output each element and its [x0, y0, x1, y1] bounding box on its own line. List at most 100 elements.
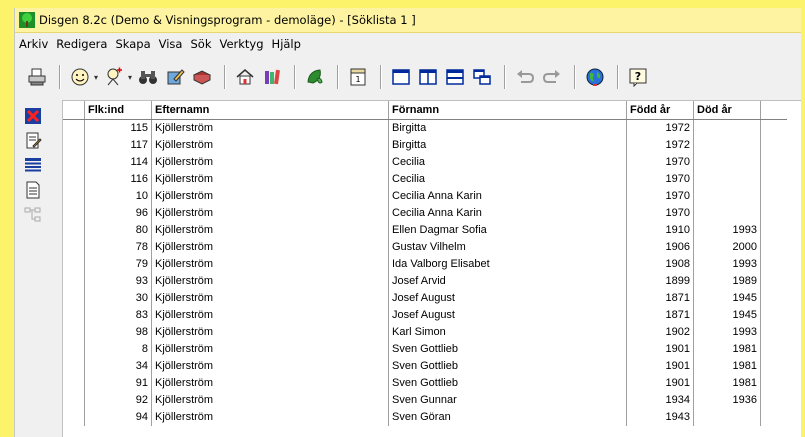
cell-flkind[interactable]: 83 — [84, 307, 152, 324]
cell-dod-ar[interactable]: 1936 — [693, 392, 761, 409]
cell-fodd-ar[interactable]: 1901 — [626, 358, 694, 375]
cell-efternamn[interactable]: Kjöllerström — [151, 324, 389, 341]
cell-efternamn[interactable]: Kjöllerström — [151, 137, 389, 154]
edit-note-icon[interactable] — [163, 65, 187, 89]
cell-efternamn[interactable]: Kjöllerström — [151, 222, 389, 239]
document-icon[interactable] — [23, 180, 43, 200]
cell-flkind[interactable]: 98 — [84, 324, 152, 341]
table-row[interactable]: 117 Kjöllerström Birgitta 1972 — [63, 137, 787, 154]
cell-fornamn[interactable]: Karl Simon — [388, 324, 627, 341]
cell-fodd-ar[interactable]: 1934 — [626, 392, 694, 409]
cell-fodd-ar[interactable]: 1972 — [626, 137, 694, 154]
table-row[interactable]: 10 Kjöllerström Cecilia Anna Karin 1970 — [63, 188, 787, 205]
menu-redigera[interactable]: Redigera — [52, 33, 111, 55]
table-row[interactable]: 94 Kjöllerström Sven Göran 1943 — [63, 409, 787, 426]
menu-arkiv[interactable]: Arkiv — [15, 33, 52, 55]
cell-dod-ar[interactable]: 2000 — [693, 239, 761, 256]
cell-fodd-ar[interactable]: 1972 — [626, 119, 694, 137]
cell-efternamn[interactable]: Kjöllerström — [151, 119, 389, 137]
cell-dod-ar[interactable] — [693, 409, 761, 426]
table-row[interactable]: 114 Kjöllerström Cecilia 1970 — [63, 154, 787, 171]
binoculars-icon[interactable] — [136, 65, 160, 89]
cell-flkind[interactable]: 116 — [84, 171, 152, 188]
menu-visa[interactable]: Visa — [155, 33, 187, 55]
cell-fornamn[interactable]: Josef Arvid — [388, 273, 627, 290]
cell-dod-ar[interactable]: 1945 — [693, 307, 761, 324]
print-icon[interactable] — [25, 65, 49, 89]
table-row[interactable]: 80 Kjöllerström Ellen Dagmar Sofia 1910 1993 — [63, 222, 787, 239]
cell-fodd-ar[interactable]: 1908 — [626, 256, 694, 273]
person-icon[interactable] — [68, 65, 92, 89]
cell-dod-ar[interactable]: 1993 — [693, 324, 761, 341]
cell-fodd-ar[interactable]: 1871 — [626, 290, 694, 307]
cell-dod-ar[interactable]: 1993 — [693, 256, 761, 273]
column-header-fornamn[interactable]: Förnamn — [388, 101, 627, 120]
table-row[interactable]: 79 Kjöllerström Ida Valborg Elisabet 1908 19… — [63, 256, 787, 273]
cell-fornamn[interactable]: Josef August — [388, 290, 627, 307]
cell-dod-ar[interactable]: 1981 — [693, 375, 761, 392]
cell-efternamn[interactable]: Kjöllerström — [151, 341, 389, 358]
cell-dod-ar[interactable] — [693, 154, 761, 171]
cell-fornamn[interactable]: Sven Gunnar — [388, 392, 627, 409]
books-icon[interactable] — [260, 65, 284, 89]
cell-efternamn[interactable]: Kjöllerström — [151, 171, 389, 188]
cell-fodd-ar[interactable]: 1970 — [626, 154, 694, 171]
split-vertical-icon[interactable] — [416, 65, 440, 89]
cell-fodd-ar[interactable]: 1902 — [626, 324, 694, 341]
cell-dod-ar[interactable]: 1945 — [693, 290, 761, 307]
cell-flkind[interactable]: 80 — [84, 222, 152, 239]
cell-efternamn[interactable]: Kjöllerström — [151, 188, 389, 205]
cell-efternamn[interactable]: Kjöllerström — [151, 205, 389, 222]
table-row[interactable]: 116 Kjöllerström Cecilia 1970 — [63, 171, 787, 188]
add-person-dropdown-icon[interactable]: ▾ — [128, 73, 132, 82]
home-icon[interactable] — [233, 65, 257, 89]
cell-fornamn[interactable]: Ellen Dagmar Sofia — [388, 222, 627, 239]
single-pane-icon[interactable] — [389, 65, 413, 89]
cell-flkind[interactable]: 94 — [84, 409, 152, 426]
cell-flkind[interactable]: 115 — [84, 119, 152, 137]
cell-fornamn[interactable]: Cecilia Anna Karin — [388, 205, 627, 222]
split-horizontal-icon[interactable] — [443, 65, 467, 89]
column-header-efternamn[interactable]: Efternamn — [151, 101, 389, 120]
add-person-icon[interactable] — [102, 65, 126, 89]
cell-efternamn[interactable]: Kjöllerström — [151, 307, 389, 324]
table-row[interactable]: 34 Kjöllerström Sven Gottlieb 1901 1981 — [63, 358, 787, 375]
list-view-icon[interactable] — [23, 155, 43, 175]
close-list-icon[interactable] — [23, 106, 43, 126]
cell-fornamn[interactable]: Cecilia — [388, 171, 627, 188]
cell-fodd-ar[interactable]: 1901 — [626, 341, 694, 358]
cell-dod-ar[interactable] — [693, 137, 761, 154]
cell-fornamn[interactable]: Cecilia — [388, 154, 627, 171]
cell-flkind[interactable]: 114 — [84, 154, 152, 171]
table-row[interactable]: 92 Kjöllerström Sven Gunnar 1934 1936 — [63, 392, 787, 409]
table-row[interactable]: 93 Kjöllerström Josef Arvid 1899 1989 — [63, 273, 787, 290]
cell-efternamn[interactable]: Kjöllerström — [151, 273, 389, 290]
column-header-fodd-ar[interactable]: Född år — [626, 101, 694, 120]
menu-skapa[interactable]: Skapa — [111, 33, 154, 55]
cell-efternamn[interactable]: Kjöllerström — [151, 358, 389, 375]
cell-fornamn[interactable]: Sven Gottlieb — [388, 375, 627, 392]
cell-flkind[interactable]: 30 — [84, 290, 152, 307]
cell-fodd-ar[interactable]: 1871 — [626, 307, 694, 324]
redo-icon[interactable] — [540, 65, 564, 89]
cell-dod-ar[interactable] — [693, 188, 761, 205]
table-row[interactable]: 8 Kjöllerström Sven Gottlieb 1901 1981 — [63, 341, 787, 358]
cell-flkind[interactable]: 117 — [84, 137, 152, 154]
cell-fodd-ar[interactable]: 1901 — [626, 375, 694, 392]
edit-document-icon[interactable] — [23, 131, 43, 151]
cell-fornamn[interactable]: Cecilia Anna Karin — [388, 188, 627, 205]
table-row[interactable]: 98 Kjöllerström Karl Simon 1902 1993 — [63, 324, 787, 341]
tree-view-icon[interactable] — [23, 205, 43, 225]
cell-dod-ar[interactable] — [693, 119, 761, 137]
help-icon[interactable]: ? — [626, 65, 650, 89]
cell-dod-ar[interactable]: 1981 — [693, 358, 761, 375]
cell-flkind[interactable]: 79 — [84, 256, 152, 273]
cell-fodd-ar[interactable]: 1899 — [626, 273, 694, 290]
cell-fodd-ar[interactable]: 1910 — [626, 222, 694, 239]
cell-efternamn[interactable]: Kjöllerström — [151, 256, 389, 273]
cell-flkind[interactable]: 8 — [84, 341, 152, 358]
menu-sok[interactable]: Sök — [186, 33, 215, 55]
cell-flkind[interactable]: 93 — [84, 273, 152, 290]
menu-verktyg[interactable]: Verktyg — [215, 33, 267, 55]
cell-fornamn[interactable]: Sven Göran — [388, 409, 627, 426]
